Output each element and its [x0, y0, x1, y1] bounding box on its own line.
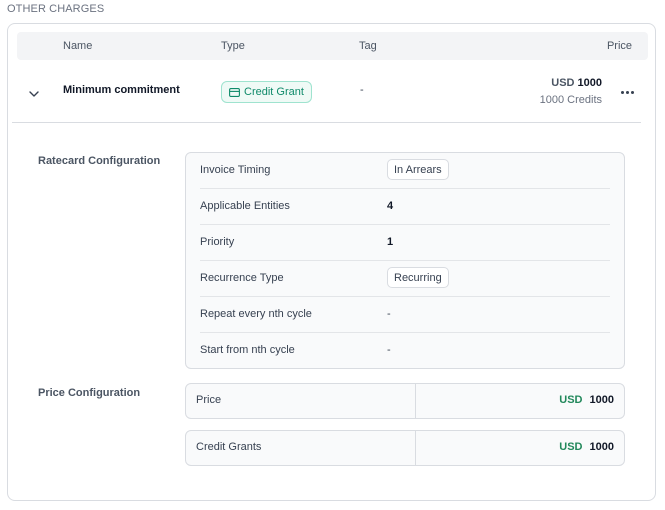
rc-row-priority: Priority 1	[200, 225, 610, 261]
rc-key: Start from nth cycle	[200, 344, 295, 356]
header-price: Price	[606, 40, 632, 52]
rc-row-recurrence-type: Recurrence Type Recurring	[200, 261, 610, 297]
rc-value: -	[387, 344, 391, 356]
pc-key: Price	[196, 394, 222, 406]
header-type: Type	[221, 40, 245, 52]
charge-tag: -	[360, 84, 364, 96]
rc-key: Applicable Entities	[200, 200, 290, 212]
charge-row[interactable]: Minimum commitment Credit Grant - USD 100…	[8, 68, 655, 122]
pc-separator	[415, 431, 416, 465]
price-amount: 1000	[577, 77, 602, 89]
invoice-timing-pill: In Arrears	[387, 159, 449, 180]
rc-key: Repeat every nth cycle	[200, 308, 312, 320]
charge-name: Minimum commitment	[63, 84, 180, 96]
type-badge-label: Credit Grant	[244, 86, 304, 98]
pc-currency: USD	[559, 441, 583, 453]
other-charges-card: Name Type Tag Price Minimum commitment C…	[7, 23, 656, 501]
recurrence-type-pill: Recurring	[387, 267, 449, 288]
rc-row-applicable-entities: Applicable Entities 4	[200, 189, 610, 225]
pc-amount: 1000	[589, 394, 614, 406]
table-header: Name Type Tag Price	[17, 32, 648, 60]
price-currency: USD	[551, 77, 575, 89]
rc-value: 1	[387, 236, 394, 248]
rc-key: Invoice Timing	[200, 164, 271, 176]
section-title: OTHER CHARGES	[7, 3, 105, 15]
charge-price: USD 1000	[551, 77, 602, 89]
pc-amount: 1000	[589, 441, 614, 453]
ratecard-label: Ratecard Configuration	[38, 155, 161, 167]
price-credits: 1000 Credits	[539, 94, 602, 106]
header-tag: Tag	[359, 40, 377, 52]
ratecard-config-box: Invoice Timing In Arrears Applicable Ent…	[185, 152, 625, 369]
rc-key: Priority	[200, 236, 235, 248]
pc-value: USD 1000	[559, 394, 614, 406]
rc-value: 4	[387, 200, 394, 212]
pc-key: Credit Grants	[196, 441, 262, 453]
rc-row-repeat-cycle: Repeat every nth cycle -	[200, 297, 610, 333]
more-horizontal-icon[interactable]	[621, 88, 635, 96]
row-divider	[12, 122, 641, 123]
header-name: Name	[63, 40, 93, 52]
type-badge: Credit Grant	[221, 81, 312, 103]
rc-row-invoice-timing: Invoice Timing In Arrears	[200, 153, 610, 189]
rc-value: -	[387, 308, 391, 320]
pc-separator	[415, 384, 416, 418]
chevron-down-icon[interactable]	[26, 86, 42, 102]
pc-value: USD 1000	[559, 441, 614, 453]
price-config-price: Price USD 1000	[185, 383, 625, 419]
price-config-label: Price Configuration	[38, 387, 141, 399]
rc-row-start-cycle: Start from nth cycle -	[200, 333, 610, 369]
price-config-credit-grants: Credit Grants USD 1000	[185, 430, 625, 466]
pc-currency: USD	[559, 394, 583, 406]
rc-key: Recurrence Type	[200, 272, 284, 284]
credit-card-icon	[229, 87, 240, 97]
